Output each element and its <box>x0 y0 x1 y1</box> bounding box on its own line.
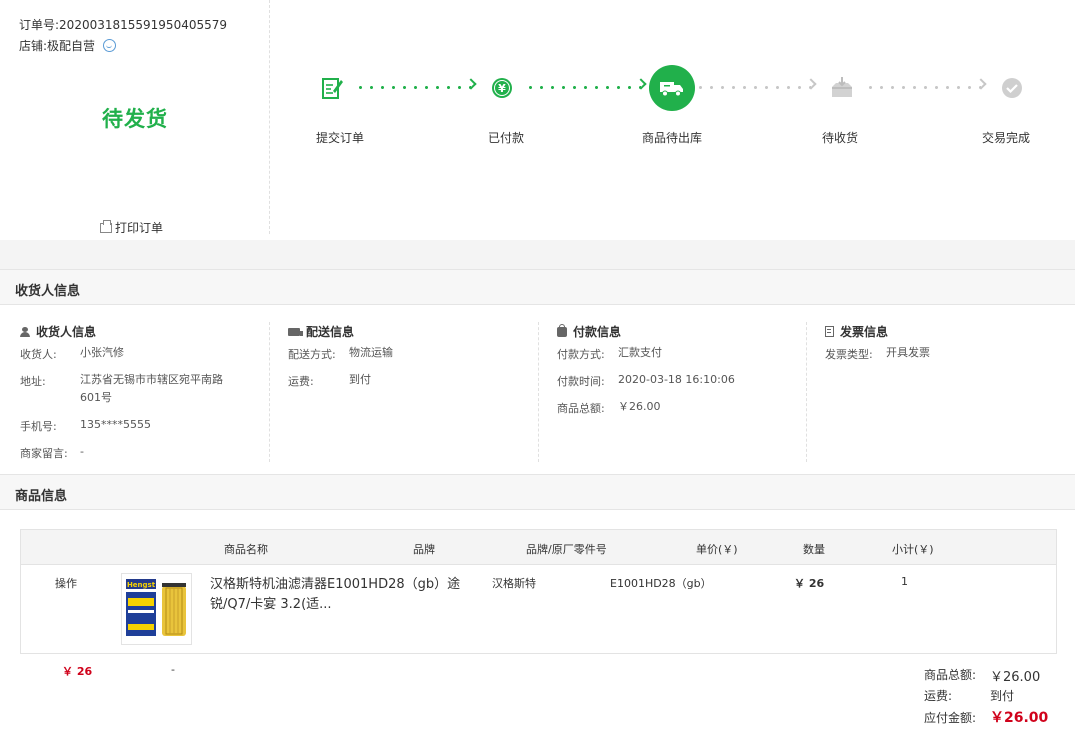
col-header-price: 单价(￥) <box>696 543 738 556</box>
product-qty: 1 <box>901 575 908 588</box>
yen-icon: ¥ <box>479 65 525 111</box>
summary-goods-total: ￥26.00 <box>990 670 1041 685</box>
document-icon <box>825 326 834 337</box>
printer-icon <box>100 219 112 233</box>
payment-column-title: 付款信息 <box>557 323 621 340</box>
column-divider <box>538 322 539 462</box>
order-summary-panel: 订单号:2020031815591950405579 店铺:极配自营 待发货 打… <box>0 0 270 235</box>
inbox-icon <box>819 65 865 111</box>
divider-zigzag <box>0 234 1075 270</box>
progress-dots-1 <box>355 86 471 89</box>
form-edit-icon <box>309 65 355 111</box>
note-value: - <box>80 445 84 458</box>
phone-value: 135****5555 <box>80 418 151 431</box>
payment-column: 付款信息 付款方式: 汇款支付 付款时间: 2020-03-18 16:10:0… <box>557 306 805 456</box>
payment-time-label: 付款时间: <box>557 375 605 388</box>
consignee-section-title: 收货人信息 <box>15 284 81 299</box>
address-line-1: 江苏省无锡市市辖区宛平南路 <box>80 373 223 386</box>
invoice-title-text: 发票信息 <box>840 325 889 339</box>
shop-row: 店铺:极配自营 <box>19 37 117 54</box>
progress-dots-2 <box>525 86 641 89</box>
order-number-label: 订单号: <box>19 18 60 32</box>
consignee-name-label: 收货人: <box>20 348 57 361</box>
invoice-type-label: 发票类型: <box>825 348 873 361</box>
step-label-1: 提交订单 <box>315 131 364 145</box>
summary-goods-total-label: 商品总额: <box>924 668 977 682</box>
step-label-4: 待收货 <box>821 131 858 145</box>
product-image-brand: Hengst <box>127 581 156 589</box>
column-divider <box>269 322 270 462</box>
goods-total: ￥26.00 <box>618 400 661 413</box>
shipping-fee: 到付 <box>349 373 371 386</box>
delivery-column: 配送信息 配送方式: 物流运输 运费: 到付 <box>288 306 536 456</box>
invoice-type: 开具发票 <box>886 346 930 359</box>
consignee-section-header: 收货人信息 <box>0 269 1075 305</box>
summary-payable: ￥26.00 <box>990 710 1049 726</box>
delivery-column-title: 配送信息 <box>288 323 354 340</box>
product-name-link[interactable]: 汉格斯特机油滤清器E1001HD28（gb）途锐/Q7/卡宴 3.2(适... <box>210 575 470 615</box>
shop-label: 店铺: <box>19 39 48 53</box>
order-header: 订单号:2020031815591950405579 店铺:极配自营 待发货 打… <box>0 0 1075 246</box>
product-price: ￥ 26 <box>794 577 825 590</box>
payment-title-text: 付款信息 <box>573 325 622 339</box>
payment-time: 2020-03-18 16:10:06 <box>618 373 735 386</box>
truck-icon <box>649 65 695 111</box>
goods-table-header: 商品名称 品牌 品牌/原厂零件号 单价(￥) 数量 小计(￥) <box>21 530 1056 565</box>
col-header-name: 商品名称 <box>224 543 268 556</box>
delivery-truck-icon <box>288 327 303 336</box>
product-part-no: E1001HD28（gb） <box>610 577 712 590</box>
svg-text:¥: ¥ <box>498 82 506 95</box>
phone-label: 手机号: <box>20 420 57 433</box>
goods-section-title: 商品信息 <box>15 489 68 504</box>
shop-name: 极配自营 <box>47 39 96 53</box>
summary-payable-label: 应付金额: <box>924 711 977 725</box>
shipping-fee-label: 运费: <box>288 375 314 388</box>
order-status: 待发货 <box>102 107 168 131</box>
info-columns: 收货人信息 收货人: 小张汽修 地址: 江苏省无锡市市辖区宛平南路 601号 手… <box>0 306 1075 472</box>
row-operation[interactable]: 操作 <box>55 575 77 591</box>
column-divider <box>806 322 807 462</box>
col-header-qty: 数量 <box>803 543 825 556</box>
col-header-subtotal: 小计(￥) <box>892 543 934 556</box>
print-order-label: 打印订单 <box>115 221 164 235</box>
row-subtotal: ￥ 26 <box>62 665 93 678</box>
delivery-title-text: 配送信息 <box>306 325 355 339</box>
invoice-column-title: 发票信息 <box>825 323 888 340</box>
user-icon <box>20 326 30 337</box>
address-label: 地址: <box>20 375 46 388</box>
summary-shipping: 到付 <box>990 689 1015 703</box>
col-header-brand: 品牌 <box>413 543 435 556</box>
row-dash: - <box>171 663 175 676</box>
order-progress: ¥ 提交订单 已付款 商品待出库 待收货 交易完成 <box>271 0 1075 234</box>
goods-section-header: 商品信息 <box>0 474 1075 510</box>
consignee-column-title: 收货人信息 <box>20 323 96 340</box>
note-label: 商家留言: <box>20 447 68 460</box>
payment-method: 汇款支付 <box>618 346 662 359</box>
customer-service-icon[interactable] <box>103 39 117 52</box>
consignee-title-text: 收货人信息 <box>36 325 97 339</box>
consignee-name: 小张汽修 <box>80 346 124 359</box>
wallet-icon <box>557 323 567 337</box>
step-label-2: 已付款 <box>487 131 524 145</box>
progress-dots-4 <box>865 86 981 89</box>
goods-total-label: 商品总额: <box>557 402 605 415</box>
payment-method-label: 付款方式: <box>557 348 605 361</box>
order-number-row: 订单号:2020031815591950405579 <box>19 16 227 33</box>
product-image[interactable]: Hengst <box>121 573 192 645</box>
invoice-column: 发票信息 发票类型: 开具发票 <box>825 306 1065 456</box>
product-brand: 汉格斯特 <box>492 577 536 590</box>
progress-dots-3 <box>695 86 811 89</box>
consignee-column: 收货人信息 收货人: 小张汽修 地址: 江苏省无锡市市辖区宛平南路 601号 手… <box>20 306 268 460</box>
step-label-5: 交易完成 <box>981 131 1030 145</box>
step-label-3: 商品待出库 <box>641 131 702 145</box>
goods-table: 商品名称 品牌 品牌/原厂零件号 单价(￥) 数量 小计(￥) 操作 Hengs… <box>20 529 1057 654</box>
check-icon <box>989 65 1035 111</box>
address-line-2: 601号 <box>80 391 112 404</box>
summary-shipping-label: 运费: <box>924 689 953 703</box>
delivery-method: 物流运输 <box>349 346 393 359</box>
col-header-part-no: 品牌/原厂零件号 <box>526 543 607 556</box>
order-number: 2020031815591950405579 <box>59 18 228 32</box>
delivery-method-label: 配送方式: <box>288 348 336 361</box>
